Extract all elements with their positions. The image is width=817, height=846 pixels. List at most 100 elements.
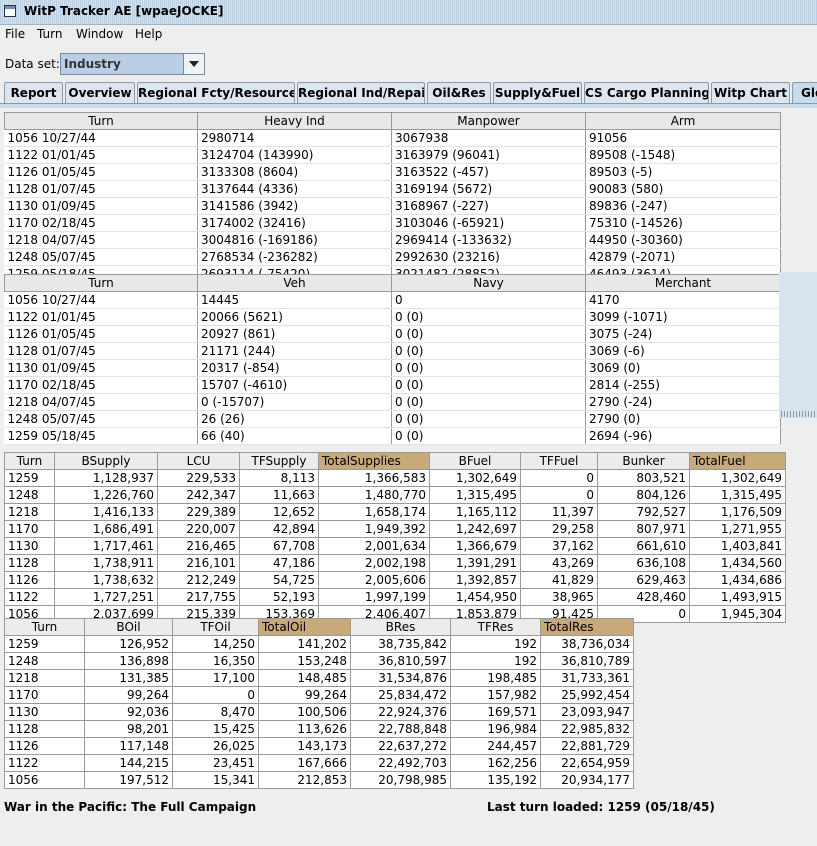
table-cell[interactable]: 1056 <box>4 771 85 789</box>
table-cell[interactable]: 157,982 <box>450 686 541 704</box>
table-row[interactable]: 1056 197,512 15,341 212,853 20,798,985 135,19… <box>4 771 634 789</box>
table-cell[interactable]: 2790 (-24) <box>585 393 781 411</box>
table-cell[interactable]: 1259 <box>4 469 55 487</box>
table-cell[interactable]: 20927 (861) <box>197 325 392 343</box>
table-cell[interactable]: 99,264 <box>84 686 173 704</box>
menu-window[interactable]: Window <box>76 27 123 41</box>
table-cell[interactable]: 1130 01/09/45 <box>4 359 198 377</box>
table-cell[interactable]: 169,571 <box>450 703 541 721</box>
table-cell[interactable]: 22,924,376 <box>350 703 451 721</box>
col-header[interactable]: TotalSupplies <box>318 452 430 470</box>
table-cell[interactable]: 242,347 <box>157 486 240 504</box>
table-cell[interactable]: 217,755 <box>157 588 240 606</box>
table-cell[interactable]: 20066 (5621) <box>197 308 392 326</box>
table-cell[interactable]: 135,192 <box>450 771 541 789</box>
table-row[interactable]: 1248 05/07/45 26 (26) 0 (0) 2790 (0) <box>4 410 781 428</box>
table-cell[interactable]: 0 <box>520 486 598 504</box>
tab-report[interactable]: Report <box>4 82 63 103</box>
tab-supply-fuel[interactable]: Supply&Fuel <box>493 82 582 103</box>
table-cell[interactable]: 11,397 <box>520 503 598 521</box>
table-cell[interactable]: 136,898 <box>84 652 173 670</box>
table-cell[interactable]: 2,005,606 <box>318 571 430 589</box>
table-cell[interactable]: 3124704 (143990) <box>197 146 392 164</box>
table-cell[interactable]: 44950 (-30360) <box>585 231 781 249</box>
table-row[interactable]: 1248 136,898 16,350 153,248 36,810,597 192 36,… <box>4 652 634 670</box>
table-cell[interactable]: 1248 05/07/45 <box>4 248 198 266</box>
table-cell[interactable]: 1128 <box>4 554 55 572</box>
table-cell[interactable]: 2814 (-255) <box>585 376 781 394</box>
table-cell[interactable]: 47,186 <box>239 554 319 572</box>
table-cell[interactable]: 2992630 (23216) <box>391 248 586 266</box>
table-cell[interactable]: 2969414 (-133632) <box>391 231 586 249</box>
table-cell[interactable]: 17,100 <box>172 669 259 687</box>
table-cell[interactable]: 43,269 <box>520 554 598 572</box>
col-header[interactable]: BFuel <box>429 452 521 470</box>
table-cell[interactable]: 31,733,361 <box>540 669 634 687</box>
table-cell[interactable]: 23,093,947 <box>540 703 634 721</box>
table-cell[interactable]: 75310 (-14526) <box>585 214 781 232</box>
table-cell[interactable]: 636,108 <box>597 554 690 572</box>
table-cell[interactable]: 196,984 <box>450 720 541 738</box>
table-cell[interactable]: 220,007 <box>157 520 240 538</box>
table-cell[interactable]: 2790 (0) <box>585 410 781 428</box>
table-cell[interactable]: 89508 (-1548) <box>585 146 781 164</box>
table-cell[interactable]: 1,738,632 <box>54 571 158 589</box>
table-row[interactable]: 1170 99,264 0 99,264 25,834,472 157,982 25,992… <box>4 686 634 704</box>
table-cell[interactable]: 1,392,857 <box>429 571 521 589</box>
col-header[interactable]: TFFuel <box>520 452 598 470</box>
table-cell[interactable]: 0 (-15707) <box>197 393 392 411</box>
table-cell[interactable]: 1056 10/27/44 <box>4 291 198 309</box>
table-cell[interactable]: 1,434,560 <box>689 554 786 572</box>
table-cell[interactable]: 1128 01/07/45 <box>4 342 198 360</box>
table-cell[interactable]: 3099 (-1071) <box>585 308 781 326</box>
table-cell[interactable]: 26 (26) <box>197 410 392 428</box>
table-cell[interactable]: 3174002 (32416) <box>197 214 392 232</box>
table-cell[interactable]: 66 (40) <box>197 427 392 445</box>
table-cell[interactable]: 8,470 <box>172 703 259 721</box>
table-cell[interactable]: 90083 (580) <box>585 180 781 198</box>
table-cell[interactable]: 1170 02/18/45 <box>4 214 198 232</box>
table-row[interactable]: 1128 1,738,911 216,101 47,186 2,002,198 1,391… <box>4 554 786 572</box>
table-cell[interactable]: 1128 01/07/45 <box>4 180 198 198</box>
table-cell[interactable]: 1218 04/07/45 <box>4 231 198 249</box>
table-cell[interactable]: 1259 05/18/45 <box>4 427 198 445</box>
tab-oil-res[interactable]: Oil&Res <box>427 82 491 103</box>
table-cell[interactable]: 1170 <box>4 520 55 538</box>
menu-turn[interactable]: Turn <box>37 27 62 41</box>
table-cell[interactable]: 22,985,832 <box>540 720 634 738</box>
table-cell[interactable]: 0 (0) <box>391 393 586 411</box>
table-cell[interactable]: 3133308 (8604) <box>197 163 392 181</box>
table-cell[interactable]: 117,148 <box>84 737 173 755</box>
table-cell[interactable]: 20,934,177 <box>540 771 634 789</box>
table-row[interactable]: 1128 98,201 15,425 113,626 22,788,848 196,984… <box>4 720 634 738</box>
table-row[interactable]: 1126 01/05/45 3133308 (8604) 3163522 (-457… <box>4 163 781 181</box>
table-cell[interactable]: 1,717,461 <box>54 537 158 555</box>
table-cell[interactable]: 1170 <box>4 686 85 704</box>
table-cell[interactable]: 99,264 <box>258 686 351 704</box>
table-cell[interactable]: 192 <box>450 635 541 653</box>
table-cell[interactable]: 1,997,199 <box>318 588 430 606</box>
col-header[interactable]: Turn <box>4 112 198 130</box>
table-cell[interactable]: 1122 <box>4 754 85 772</box>
col-header[interactable]: TotalRes <box>540 618 634 636</box>
table-cell[interactable]: 131,385 <box>84 669 173 687</box>
table-row[interactable]: 1170 1,686,491 220,007 42,894 1,949,392 1,242… <box>4 520 786 538</box>
table-cell[interactable]: 3137644 (4336) <box>197 180 392 198</box>
table-cell[interactable]: 52,193 <box>239 588 319 606</box>
table-cell[interactable]: 0 (0) <box>391 376 586 394</box>
table-row[interactable]: 1130 1,717,461 216,465 67,708 2,001,634 1,366… <box>4 537 786 555</box>
table-cell[interactable]: 1248 05/07/45 <box>4 410 198 428</box>
table-cell[interactable]: 2,002,198 <box>318 554 430 572</box>
table-cell[interactable]: 153,248 <box>258 652 351 670</box>
table-cell[interactable]: 2694 (-96) <box>585 427 781 445</box>
table-cell[interactable]: 23,451 <box>172 754 259 772</box>
table-cell[interactable]: 148,485 <box>258 669 351 687</box>
table-cell[interactable]: 198,485 <box>450 669 541 687</box>
table-cell[interactable]: 1,242,697 <box>429 520 521 538</box>
table-cell[interactable]: 37,162 <box>520 537 598 555</box>
table-cell[interactable]: 92,036 <box>84 703 173 721</box>
table-row[interactable]: 1056 10/27/44 2980714 3067938 91056 <box>4 129 781 147</box>
col-header[interactable]: BRes <box>350 618 451 636</box>
table-cell[interactable]: 229,533 <box>157 469 240 487</box>
table-cell[interactable]: 31,534,876 <box>350 669 451 687</box>
